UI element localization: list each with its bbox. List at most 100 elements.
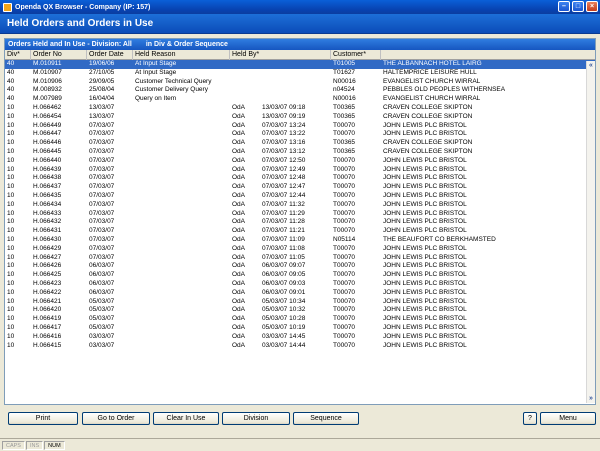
division-button[interactable]: Division <box>222 412 290 425</box>
cell-held-by: OdA <box>232 112 246 120</box>
table-row[interactable]: 10 H.066427 07/03/07 OdA 07/03/07 11:05 T0007… <box>5 254 595 263</box>
cell-div: 10 <box>7 165 15 173</box>
cell-customer-name: JOHN LEWIS PLC BRISTOL <box>383 121 467 129</box>
col-order-no[interactable]: Order No <box>31 50 87 60</box>
table-row[interactable]: 10 H.066440 07/03/07 OdA 07/03/07 12:50 T0007… <box>5 157 595 166</box>
table-row[interactable]: 10 H.066420 05/03/07 OdA 05/03/07 10:32 T0007… <box>5 306 595 315</box>
col-customer[interactable]: Customer* <box>331 50 381 60</box>
vertical-scrollbar[interactable]: « » <box>586 61 595 403</box>
cell-held-by: OdA <box>232 253 246 261</box>
cell-order-no: H.066435 <box>33 191 62 199</box>
minimize-button[interactable]: – <box>558 1 570 12</box>
table-row[interactable]: 10 H.066423 06/03/07 OdA 06/03/07 09:03 T0007… <box>5 280 595 289</box>
go-to-order-button[interactable]: Go to Order <box>82 412 150 425</box>
col-held-by[interactable]: Held By* <box>230 50 331 60</box>
cell-customer-code: T00070 <box>333 244 356 252</box>
sequence-button[interactable]: Sequence <box>293 412 359 425</box>
cell-order-no: M.010907 <box>33 68 62 76</box>
close-button[interactable]: × <box>586 1 598 12</box>
table-row[interactable]: 10 H.066445 07/03/07 OdA 07/03/07 13:12 T0036… <box>5 148 595 157</box>
print-button[interactable]: Print <box>8 412 78 425</box>
cell-div: 10 <box>7 139 15 147</box>
cell-order-no: H.066434 <box>33 200 62 208</box>
table-row[interactable]: 10 H.066438 07/03/07 OdA 07/03/07 12:48 T0007… <box>5 174 595 183</box>
cell-order-no: H.066446 <box>33 139 62 147</box>
table-row[interactable]: 10 H.066462 13/03/07 OdA 13/03/07 09:18 T0036… <box>5 104 595 113</box>
cell-div: 10 <box>7 103 15 111</box>
table-row[interactable]: 10 H.066439 07/03/07 OdA 07/03/07 12:49 T0007… <box>5 166 595 175</box>
table-row[interactable]: 10 H.066435 07/03/07 OdA 07/03/07 12:44 T0007… <box>5 192 595 201</box>
table-row[interactable]: 10 H.066430 07/03/07 OdA 07/03/07 11:09 N0511… <box>5 236 595 245</box>
table-row[interactable]: 40 M.010911 19/06/06 At Input Stage T01005 TH… <box>5 60 595 69</box>
cell-customer-code: N05114 <box>333 235 356 243</box>
cell-held-time: 07/03/07 11:32 <box>262 200 305 208</box>
table-row[interactable]: 10 H.066425 06/03/07 OdA 06/03/07 09:05 T0007… <box>5 271 595 280</box>
cell-order-date: 19/06/06 <box>89 60 115 67</box>
table-row[interactable]: 10 H.066431 07/03/07 OdA 07/03/07 11:21 T0007… <box>5 227 595 236</box>
cell-held-by: OdA <box>232 139 246 147</box>
table-row[interactable]: 40 M.010907 27/10/05 At Input Stage T01627 HA… <box>5 69 595 78</box>
table-row[interactable]: 10 H.066416 03/03/07 OdA 03/03/07 14:45 T0007… <box>5 333 595 342</box>
cell-held-time: 13/03/07 09:18 <box>262 103 306 111</box>
cell-held-time: 07/03/07 13:16 <box>262 139 306 147</box>
table-row[interactable]: 10 H.066433 07/03/07 OdA 07/03/07 11:29 T0007… <box>5 210 595 219</box>
table-row[interactable]: 10 H.066417 05/03/07 OdA 05/03/07 10:19 T0007… <box>5 324 595 333</box>
maximize-button[interactable]: □ <box>572 1 584 12</box>
scroll-up-icon[interactable]: « <box>587 61 595 70</box>
cell-order-no: H.066433 <box>33 209 62 217</box>
table-row[interactable]: 10 H.066449 07/03/07 OdA 07/03/07 13:24 T0007… <box>5 122 595 131</box>
cell-customer-name: JOHN LEWIS PLC BRISTOL <box>383 279 467 287</box>
cell-div: 10 <box>7 288 15 296</box>
table-row[interactable]: 10 H.066446 07/03/07 OdA 07/03/07 13:16 T0036… <box>5 139 595 148</box>
table-row[interactable]: 10 H.066437 07/03/07 OdA 07/03/07 12:47 T0007… <box>5 183 595 192</box>
cell-customer-code: T01627 <box>333 68 356 76</box>
cell-order-date: 05/03/07 <box>89 297 115 305</box>
table-row[interactable]: 10 H.066434 07/03/07 OdA 07/03/07 11:32 T0007… <box>5 201 595 210</box>
help-icon[interactable]: ? <box>523 412 537 425</box>
cell-order-date: 13/03/07 <box>89 103 115 111</box>
table-row[interactable]: 10 H.066415 03/03/07 OdA 03/03/07 14:44 T0007… <box>5 342 595 351</box>
cell-customer-code: T00365 <box>333 147 356 155</box>
table-row[interactable]: 10 H.066421 05/03/07 OdA 05/03/07 10:34 T0007… <box>5 298 595 307</box>
cell-customer-name: HALTEMPRICE LEISURE HULL <box>383 68 477 76</box>
cell-held-by: OdA <box>232 315 246 323</box>
cell-customer-code: T00070 <box>333 306 356 314</box>
cell-customer-name: JOHN LEWIS PLC BRISTOL <box>383 253 467 261</box>
table-row[interactable]: 40 M.010906 29/09/05 Customer Technical Que… <box>5 78 595 87</box>
cell-div: 10 <box>7 262 15 270</box>
col-div[interactable]: Div* <box>5 50 31 60</box>
cell-customer-code: T00070 <box>333 297 356 305</box>
table-row[interactable]: 10 H.066422 06/03/07 OdA 06/03/07 09:01 T0007… <box>5 289 595 298</box>
table-row[interactable]: 10 H.066429 07/03/07 OdA 07/03/07 11:08 T0007… <box>5 245 595 254</box>
col-held-reason[interactable]: Held Reason <box>133 50 230 60</box>
table-row[interactable]: 10 H.066426 06/03/07 OdA 06/03/07 09:07 T0007… <box>5 262 595 271</box>
cell-div: 10 <box>7 121 15 129</box>
menu-button[interactable]: Menu <box>540 412 596 425</box>
table-row[interactable]: 40 M.007989 16/04/04 Query on Item N00016 EVA… <box>5 95 595 104</box>
cell-customer-name: PEBBLES OLD PEOPLES WITHERNSEA <box>383 86 506 94</box>
clear-in-use-button[interactable]: Clear In Use <box>153 412 219 425</box>
table-row[interactable]: 10 H.066447 07/03/07 OdA 07/03/07 13:22 T0007… <box>5 130 595 139</box>
status-caps: CAPS <box>2 440 25 450</box>
cell-held-time: 07/03/07 13:22 <box>262 130 306 138</box>
button-bar: Print Go to Order Clear In Use Division … <box>4 410 596 428</box>
cell-order-date: 06/03/07 <box>89 279 115 287</box>
cell-div: 10 <box>7 297 15 305</box>
cell-held-by: OdA <box>232 279 246 287</box>
cell-customer-code: T00070 <box>333 279 356 287</box>
table-row[interactable]: 10 H.066419 05/03/07 OdA 05/03/07 10:28 T0007… <box>5 315 595 324</box>
table-row[interactable]: 10 H.066432 07/03/07 OdA 07/03/07 11:28 T0007… <box>5 218 595 227</box>
cell-held-by: OdA <box>232 121 246 129</box>
scroll-down-icon[interactable]: » <box>587 394 595 403</box>
cell-order-no: H.066420 <box>33 306 62 314</box>
cell-customer-code: n04524 <box>333 86 355 94</box>
table-row[interactable]: 40 M.008932 25/08/04 Customer Delivery Quer… <box>5 86 595 95</box>
cell-div: 10 <box>7 112 15 120</box>
cell-customer-code: T00070 <box>333 315 356 323</box>
cell-customer-name: JOHN LEWIS PLC BRISTOL <box>383 323 467 331</box>
status-ins: INS <box>25 440 44 450</box>
table-row[interactable]: 10 H.066454 13/03/07 OdA 13/03/07 09:19 T0036… <box>5 113 595 122</box>
cell-customer-name: CRAVEN COLLEGE SKIPTON <box>383 139 473 147</box>
cell-customer-name: JOHN LEWIS PLC BRISTOL <box>383 218 467 226</box>
col-order-date[interactable]: Order Date <box>87 50 133 60</box>
